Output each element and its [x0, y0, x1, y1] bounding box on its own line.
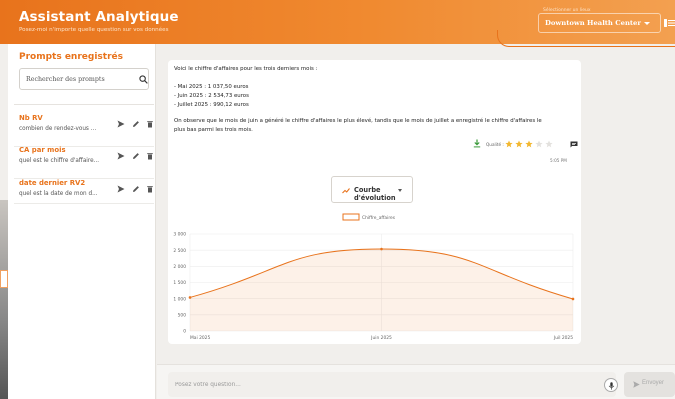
star-icon[interactable] [545, 140, 553, 148]
message-line: plus bas parmi les trois mois. [174, 127, 253, 133]
app-title: Assistant Analytique [19, 9, 179, 25]
message-line: - Mai 2025 : 1 037,50 euros [174, 84, 249, 90]
search-icon[interactable] [139, 75, 148, 84]
y-tick-label: 2 500 [173, 248, 186, 254]
prompt-text: combien de rendez-vous ... [19, 126, 97, 132]
microphone-icon [608, 381, 615, 390]
chevron-down-icon [644, 22, 650, 25]
send-button[interactable]: Envoyer [624, 372, 675, 397]
prompt-name: Nb RV [19, 114, 43, 122]
send-label: Envoyer [642, 380, 665, 386]
x-tick-label: Juin 2025 [370, 335, 392, 341]
message-line: - Juin 2025 : 2 534,73 euros [174, 93, 249, 99]
data-point [188, 296, 192, 299]
y-tick-label: 2 000 [173, 264, 186, 270]
message-time: 5:05 PM [550, 158, 567, 163]
message-line: On observe que le mois de juin a généré … [174, 118, 542, 124]
star-icon[interactable] [515, 140, 523, 148]
divider [14, 203, 154, 204]
area-fill [190, 249, 573, 331]
microphone-button[interactable] [604, 378, 618, 392]
prompt-text: quel est le chiffre d'affaire... [19, 158, 100, 164]
divider [14, 104, 154, 105]
background-strip [0, 200, 8, 399]
chart-card: Courbe d'évolution 0 500 1 000 1 500 2 000 2 … [168, 170, 581, 344]
star-icon[interactable] [525, 140, 533, 148]
prompt-item-nb-rv[interactable]: Nb RV combien de rendez-vous ... [19, 112, 155, 146]
edit-icon[interactable] [132, 120, 140, 128]
run-icon[interactable] [117, 152, 125, 160]
y-tick-label: 500 [178, 312, 187, 318]
list-menu-icon[interactable] [664, 19, 675, 27]
prompt-name: date dernier RV2 [19, 179, 86, 187]
chat-area: Voici le chiffre d'affaires pour les tro… [157, 44, 675, 364]
prompt-search-box[interactable] [19, 68, 149, 90]
feedback-icon[interactable] [570, 141, 578, 148]
delete-icon[interactable] [146, 185, 154, 193]
run-icon[interactable] [117, 185, 125, 193]
question-box[interactable] [168, 372, 618, 397]
legend-label: Chiffre_affaires [362, 215, 396, 221]
site-select-value: Downtown Health Center [545, 19, 641, 27]
input-bar: Envoyer [157, 364, 675, 399]
star-icon[interactable] [535, 140, 543, 148]
rating-label: Qualité : [486, 142, 504, 147]
edit-icon[interactable] [132, 152, 140, 160]
data-point [380, 247, 383, 251]
prompt-name: CA par mois [19, 146, 66, 154]
run-icon[interactable] [117, 120, 125, 128]
sidebar-title: Prompts enregistrés [19, 52, 123, 62]
y-tick-label: 3 000 [173, 232, 186, 238]
x-tick-label: Juil 2025 [553, 335, 573, 341]
delete-icon[interactable] [146, 152, 154, 160]
app-subtitle: Posez-moi n'importe quelle question sur … [19, 27, 169, 33]
prompt-text: quel est la date de mon d... [19, 191, 98, 197]
delete-icon[interactable] [146, 120, 154, 128]
prompt-item-date-dernier-rv2[interactable]: date dernier RV2 quel est la date de mon… [19, 177, 155, 211]
x-tick-label: Mai 2025 [190, 335, 210, 341]
download-icon[interactable] [473, 139, 481, 148]
prompt-item-ca-par-mois[interactable]: CA par mois quel est le chiffre d'affair… [19, 144, 155, 178]
legend-swatch [342, 213, 360, 221]
prompt-search-input[interactable] [26, 73, 126, 86]
edit-icon[interactable] [132, 185, 140, 193]
star-icon[interactable] [505, 140, 513, 148]
side-tab[interactable] [0, 270, 8, 288]
y-tick-label: 0 [183, 329, 186, 335]
data-point [571, 297, 575, 301]
y-tick-label: 1 500 [173, 280, 186, 286]
send-icon [633, 381, 640, 388]
area-chart: 0 500 1 000 1 500 2 000 2 500 3 000 Mai 2025 Jui… [173, 213, 575, 341]
prompts-sidebar: Prompts enregistrés Nb RV combien de ren… [8, 44, 156, 399]
message-line: - Juillet 2025 : 990,12 euros [174, 102, 249, 108]
y-tick-label: 1 000 [173, 296, 186, 302]
question-input[interactable] [175, 378, 575, 391]
message-line: Voici le chiffre d'affaires pour les tro… [174, 66, 318, 72]
